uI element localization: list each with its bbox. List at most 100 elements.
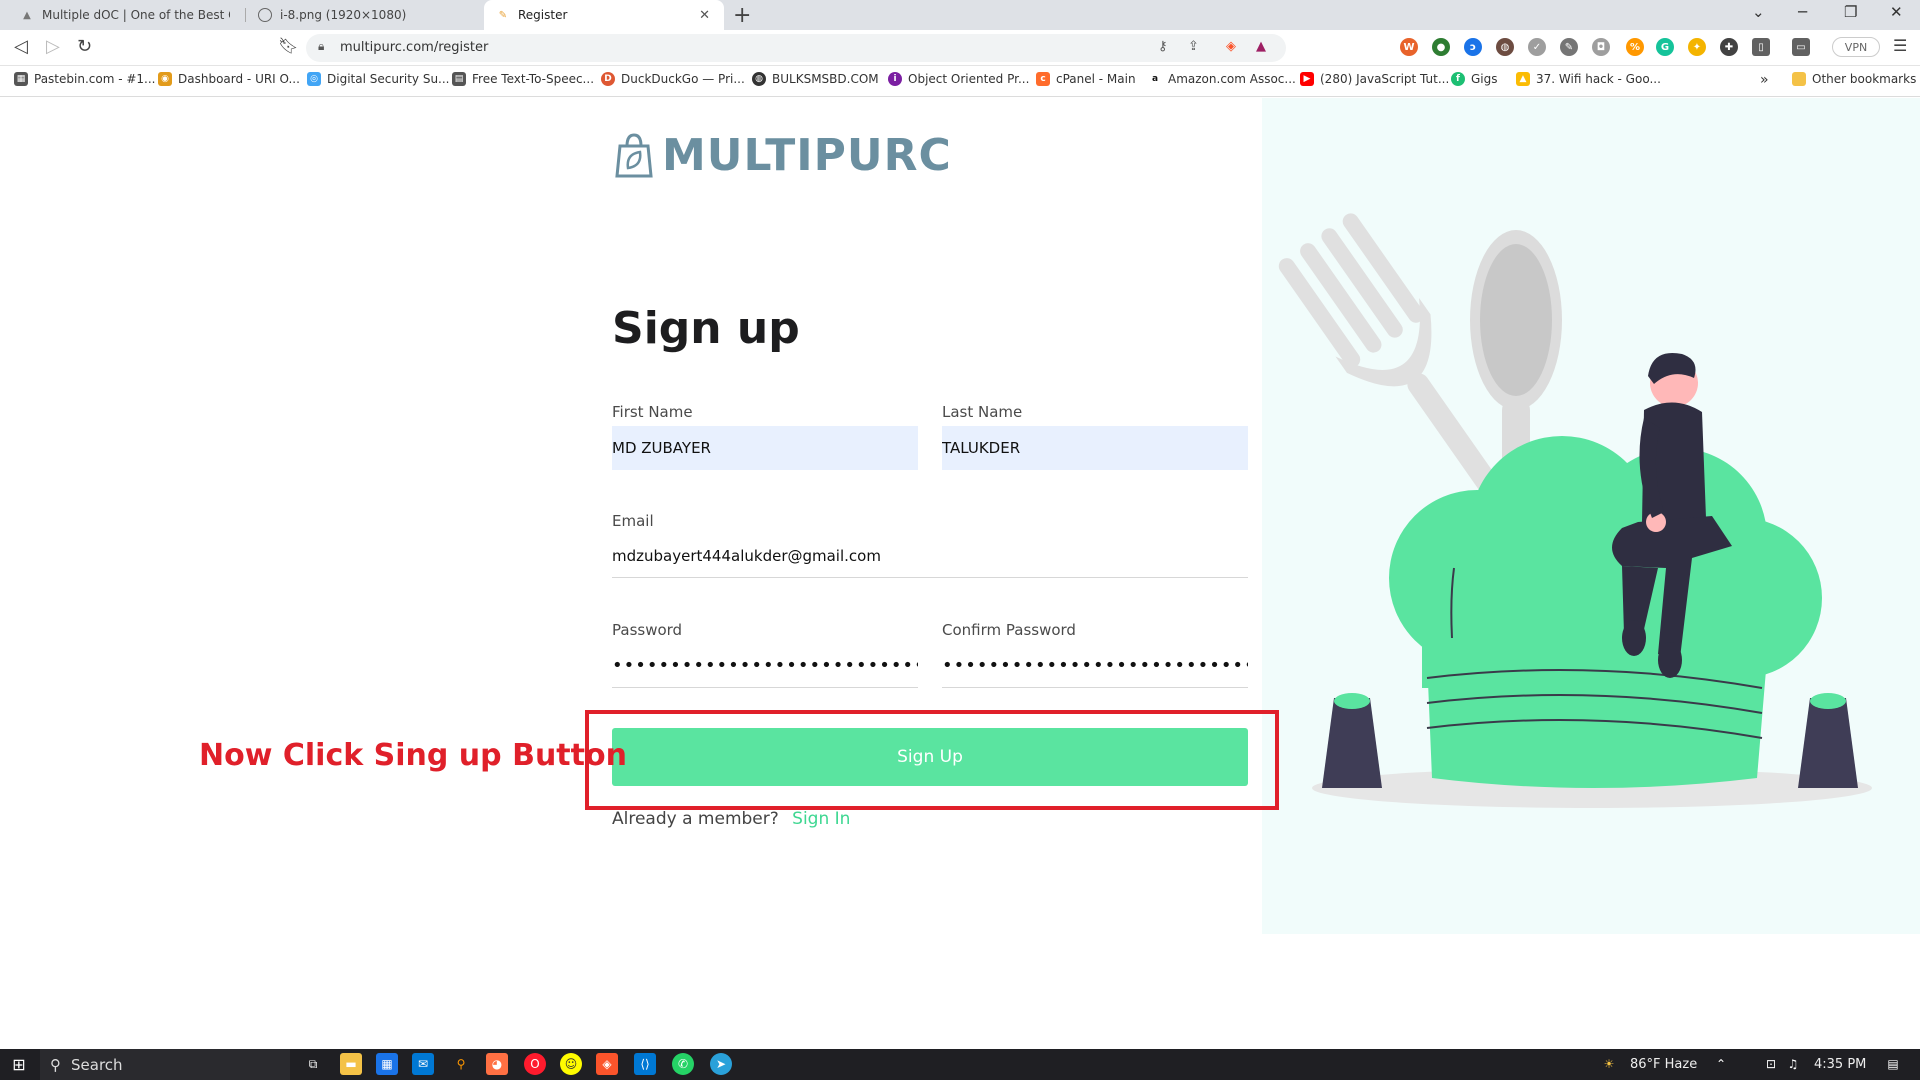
bookmark-item[interactable]: c cPanel - Main: [1036, 72, 1136, 86]
opera-icon[interactable]: O: [524, 1053, 546, 1075]
google-drive-icon: ▲: [1516, 72, 1530, 86]
browser-toolbar: ◁ ▷ ↻ 🔖︎ 🔒︎ multipurc.com/register ⚷ ⇪ ◈…: [0, 30, 1920, 66]
bookmark-item[interactable]: f Gigs: [1451, 72, 1498, 86]
tab-register[interactable]: ✎ Register ✕: [484, 0, 724, 30]
network-icon[interactable]: ⊡: [1760, 1053, 1782, 1075]
bookmark-item[interactable]: ▲ 37. Wifi hack - Goo...: [1516, 72, 1661, 86]
lock-icon: 🔒︎: [318, 39, 325, 53]
bookmark-item[interactable]: i Object Oriented Pr...: [888, 72, 1029, 86]
already-member-text: Already a member? Sign In: [612, 809, 850, 829]
bookmark-item[interactable]: ◍ BULKSMSBD.COM: [752, 72, 879, 86]
window-close-button[interactable]: ✕: [1890, 3, 1903, 21]
duckduckgo-icon: D: [601, 72, 615, 86]
brave-shield-icon[interactable]: ◈: [1226, 39, 1236, 54]
menu-icon[interactable]: ☰: [1893, 36, 1907, 55]
weather-icon[interactable]: ☀: [1598, 1053, 1620, 1075]
tab-multiple-doc[interactable]: ▲ Multiple dOC | One of the Best Online: [8, 0, 244, 30]
site-favicon-icon: ✎: [498, 9, 508, 21]
forward-button[interactable]: ▷: [46, 36, 60, 57]
shield-extension-icon[interactable]: ↄ: [1464, 38, 1482, 56]
coupon-extension-icon[interactable]: %: [1626, 38, 1644, 56]
volume-icon[interactable]: ♫: [1782, 1053, 1804, 1075]
bookmark-item[interactable]: ▦ Pastebin.com - #1...: [14, 72, 155, 86]
bookmark-label: Gigs: [1471, 72, 1498, 86]
confirm-password-label: Confirm Password: [942, 621, 1076, 639]
telegram-icon[interactable]: ➤: [710, 1053, 732, 1075]
fiverr-icon: f: [1451, 72, 1465, 86]
last-name-field[interactable]: [942, 426, 1248, 470]
more-bookmarks-button[interactable]: »: [1760, 72, 1769, 88]
bookmark-item[interactable]: ◎ Digital Security Su...: [307, 72, 450, 86]
tab-title: Register: [518, 8, 568, 22]
new-tab-button[interactable]: +: [733, 3, 751, 28]
sign-up-button[interactable]: Sign Up: [612, 728, 1248, 786]
paint-icon[interactable]: ◕: [486, 1053, 508, 1075]
confirm-password-field[interactable]: [942, 644, 1248, 688]
weather-text[interactable]: 86°F Haze: [1630, 1057, 1697, 1072]
close-icon[interactable]: ✕: [699, 8, 710, 23]
minimize-button[interactable]: ─: [1798, 3, 1807, 21]
globe-extension-icon[interactable]: ●: [1432, 38, 1450, 56]
vscode-icon[interactable]: ⟨⟩: [634, 1053, 656, 1075]
share-icon[interactable]: ⇪: [1188, 39, 1199, 54]
cookie-extension-icon[interactable]: ◍: [1496, 38, 1514, 56]
mail-icon[interactable]: ✉: [412, 1053, 434, 1075]
reload-button[interactable]: ↻: [77, 36, 92, 57]
bookmark-item[interactable]: ▶ (280) JavaScript Tut...: [1300, 72, 1449, 86]
back-button[interactable]: ◁: [14, 36, 28, 57]
site-logo[interactable]: MULTIPURC: [614, 130, 952, 181]
search-icon: ⚲: [50, 1055, 61, 1074]
grammarly-extension-icon[interactable]: G: [1656, 38, 1674, 56]
globe-icon: ◍: [752, 72, 766, 86]
first-name-field[interactable]: [612, 426, 918, 470]
key-icon[interactable]: ⚷: [1158, 39, 1168, 54]
wallet-icon[interactable]: ▭: [1792, 38, 1810, 56]
register-page: MULTIPURC Sign up First Name Last Name E…: [0, 98, 1920, 1048]
camera-extension-icon[interactable]: ◘: [1592, 38, 1610, 56]
password-field[interactable]: [612, 644, 918, 688]
annotation-text: Now Click Sing up Button: [199, 738, 627, 773]
restore-button[interactable]: ❐: [1844, 3, 1857, 21]
task-view-icon[interactable]: ⧉: [302, 1053, 324, 1075]
eyedropper-extension-icon[interactable]: ✎: [1560, 38, 1578, 56]
brave-icon[interactable]: ◈: [596, 1053, 618, 1075]
bookmark-item[interactable]: ▤ Free Text-To-Speec...: [452, 72, 594, 86]
logo-text: MULTIPURC: [662, 130, 952, 181]
notifications-icon[interactable]: ▤: [1882, 1053, 1904, 1075]
other-bookmarks-folder[interactable]: Other bookmarks: [1792, 72, 1916, 86]
bookmark-item[interactable]: ◉ Dashboard - URI O...: [158, 72, 300, 86]
taskbar-search[interactable]: ⚲ Search: [40, 1049, 290, 1080]
file-explorer-icon[interactable]: ▬: [340, 1053, 362, 1075]
bookmark-label: Digital Security Su...: [327, 72, 450, 86]
store-icon[interactable]: ▦: [376, 1053, 398, 1075]
puzzle-icon[interactable]: ✚: [1720, 38, 1738, 56]
email-field[interactable]: [612, 534, 1248, 578]
bookmark-label: Dashboard - URI O...: [178, 72, 300, 86]
wordpress-extension-icon[interactable]: W: [1400, 38, 1418, 56]
tts-icon: ▤: [452, 72, 466, 86]
snapchat-icon[interactable]: ☺: [560, 1053, 582, 1075]
search-app-icon[interactable]: ⚲: [450, 1053, 472, 1075]
cpanel-icon: c: [1036, 72, 1050, 86]
security-icon: ◎: [307, 72, 321, 86]
bookmark-icon[interactable]: 🔖︎: [278, 36, 298, 55]
tab-title: Multiple dOC | One of the Best Online: [42, 8, 230, 22]
color-extension-icon[interactable]: ✦: [1688, 38, 1706, 56]
clock[interactable]: 4:35 PM: [1814, 1057, 1866, 1072]
windows-start-icon[interactable]: ⊞: [8, 1053, 30, 1075]
address-bar[interactable]: 🔒︎ multipurc.com/register ⚷ ⇪ ◈ ▲: [306, 34, 1286, 62]
sign-in-link[interactable]: Sign In: [792, 809, 850, 829]
bookmark-item[interactable]: D DuckDuckGo — Pri...: [601, 72, 745, 86]
bookmark-item[interactable]: a Amazon.com Assoc...: [1148, 72, 1296, 86]
sidebar-icon[interactable]: ▯: [1752, 38, 1770, 56]
tab-search-icon[interactable]: ⌄: [1752, 3, 1765, 21]
tab-image[interactable]: i-8.png (1920×1080): [246, 0, 482, 30]
first-name-label: First Name: [612, 403, 693, 421]
tray-chevron-icon[interactable]: ⌃: [1710, 1053, 1732, 1075]
check-extension-icon[interactable]: ✓: [1528, 38, 1546, 56]
brave-rewards-icon[interactable]: ▲: [1256, 39, 1266, 54]
vpn-button[interactable]: VPN: [1832, 37, 1880, 57]
globe-icon: [258, 8, 272, 22]
bookmark-label: Pastebin.com - #1...: [34, 72, 156, 86]
whatsapp-icon[interactable]: ✆: [672, 1053, 694, 1075]
